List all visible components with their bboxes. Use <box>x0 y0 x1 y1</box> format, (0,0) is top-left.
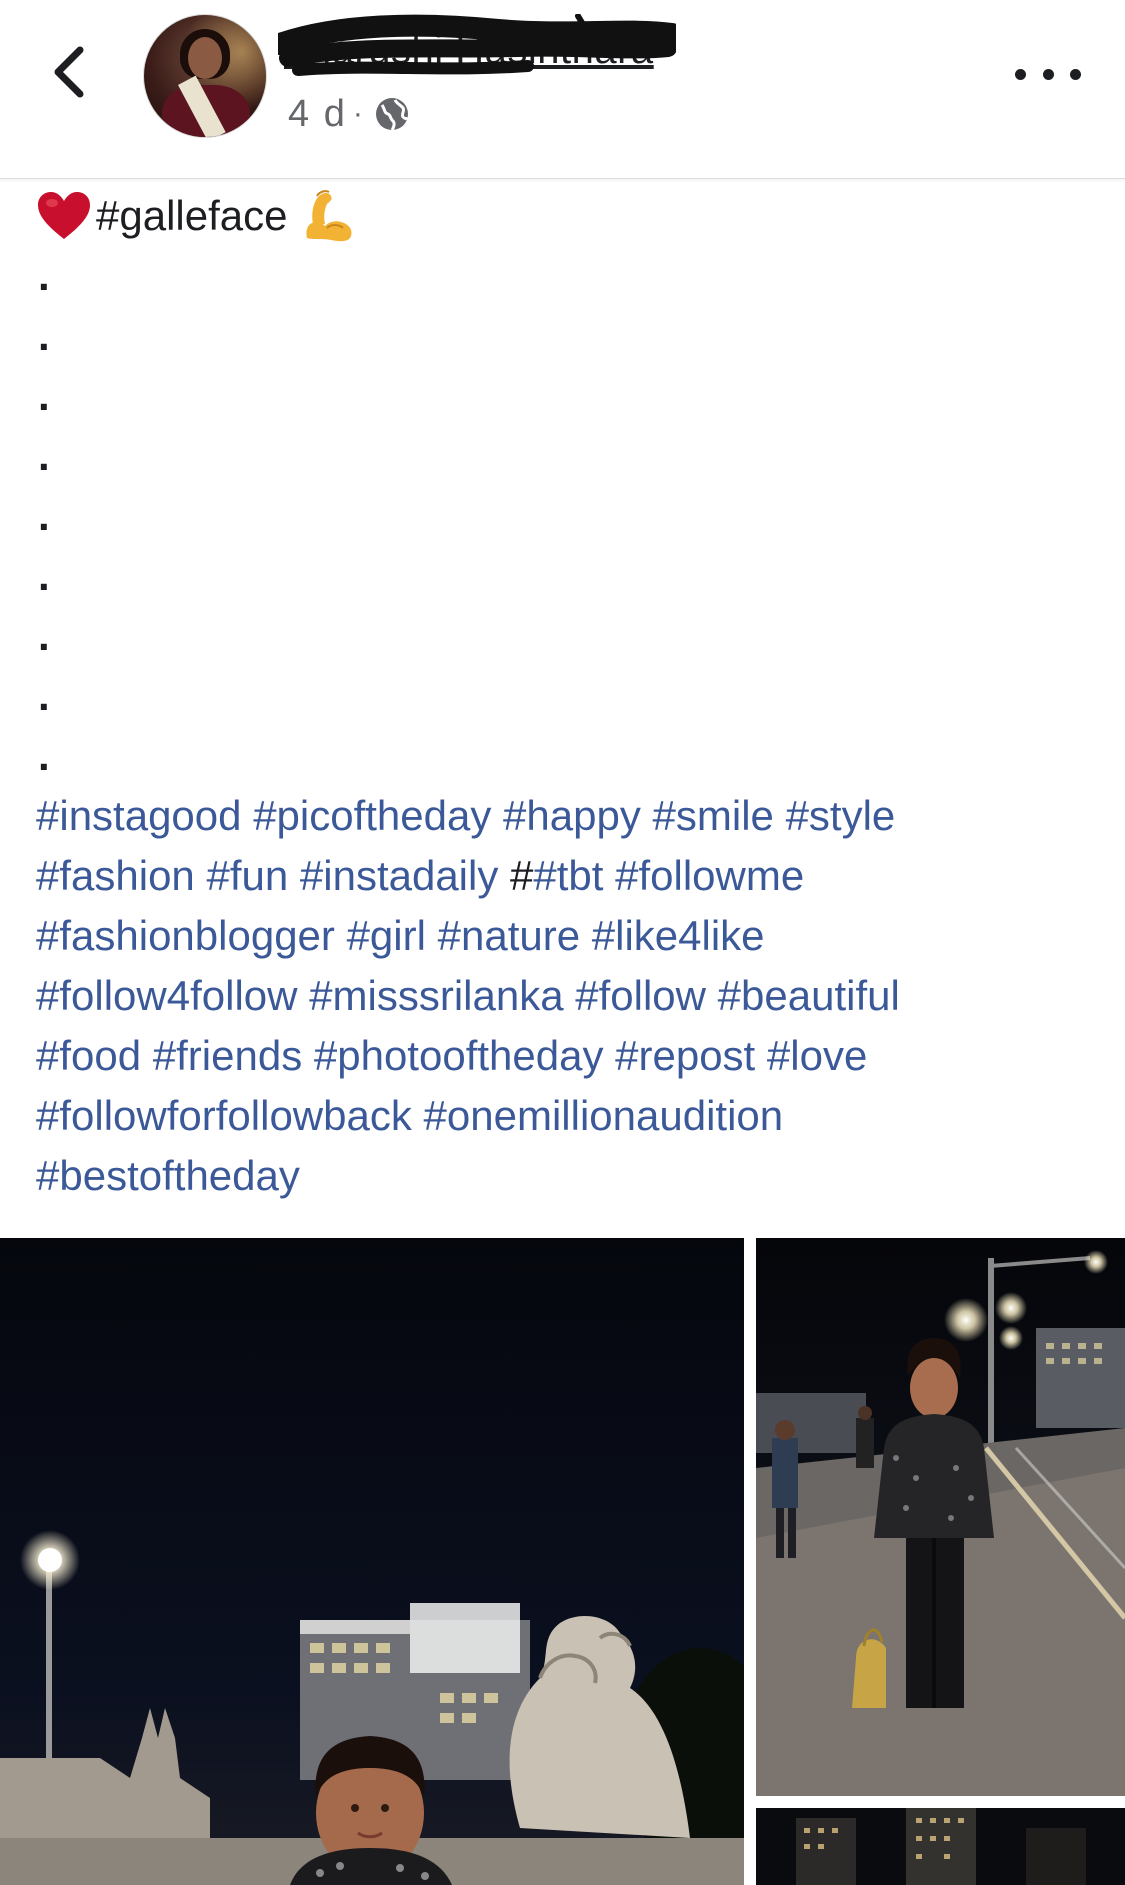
post-text: #galleface . . . . . . . . . #instagood … <box>36 186 1096 1206</box>
hashtag[interactable]: #misssrilanka <box>309 972 563 1019</box>
hashtag[interactable]: #instadaily <box>300 852 498 899</box>
meta-separator: · <box>352 97 365 130</box>
hashtag[interactable]: #food <box>36 1032 141 1079</box>
post-first-line: #galleface <box>36 186 1096 246</box>
hashtag[interactable]: #repost <box>615 1032 755 1079</box>
facebook-post-page: Tharushi Hasinthara 4 d · #galleface . .… <box>0 0 1125 1885</box>
hashtag[interactable]: #followforfollowback <box>36 1092 412 1139</box>
hashtag[interactable]: #photooftheday <box>314 1032 604 1079</box>
hashtag[interactable]: #followme <box>615 852 804 899</box>
chevron-left-icon <box>54 46 84 98</box>
author-avatar[interactable] <box>143 14 267 138</box>
hashtag-block: #instagood #picoftheday #happy #smile #s… <box>36 786 1096 1206</box>
dot-line: . <box>38 672 50 719</box>
hashtag[interactable]: #nature <box>438 912 580 959</box>
dot-line: . <box>38 252 50 299</box>
redaction-scribble <box>278 14 676 76</box>
hashtag[interactable]: #fashion <box>36 852 195 899</box>
hashtag[interactable]: #follow <box>575 972 706 1019</box>
dot-line: . <box>38 552 50 599</box>
dot-line: . <box>38 612 50 659</box>
hashtag[interactable]: #friends <box>153 1032 302 1079</box>
dot-line: . <box>38 312 50 359</box>
hashtag[interactable]: #like4like <box>592 912 765 959</box>
hashtag[interactable]: #instagood <box>36 792 242 839</box>
hashtag[interactable]: #fashionblogger <box>36 912 335 959</box>
hashtag[interactable]: #smile <box>653 792 774 839</box>
hashtag[interactable]: #onemillionaudition <box>424 1092 784 1139</box>
photo-city-buildings-night[interactable] <box>756 1808 1125 1885</box>
hashtag[interactable]: #love <box>767 1032 867 1079</box>
more-options-button[interactable] <box>1015 54 1081 94</box>
dot-line: . <box>38 372 50 419</box>
hashtag[interactable]: #beautiful <box>718 972 900 1019</box>
more-dots-icon <box>1015 68 1026 80</box>
hash-text: # <box>510 852 534 899</box>
post-timestamp[interactable]: 4 d <box>288 93 347 136</box>
back-button[interactable] <box>42 42 102 102</box>
globe-icon[interactable] <box>373 95 411 133</box>
post-header: Tharushi Hasinthara 4 d · <box>0 0 1125 179</box>
dots-list: . . . . . . . . . <box>36 246 1096 786</box>
hashtag[interactable]: #fun <box>206 852 288 899</box>
photo-promenade-night-street[interactable] <box>756 1238 1125 1796</box>
photo-grid <box>0 1238 1125 1885</box>
hashtag[interactable]: #bestoftheday <box>36 1152 300 1199</box>
hashtag[interactable]: #girl <box>347 912 426 959</box>
dot-line: . <box>38 432 50 479</box>
dot-line: . <box>38 732 50 779</box>
hashtag-galleface[interactable]: #galleface <box>96 186 287 246</box>
flexed-biceps-icon <box>306 190 352 242</box>
hashtag[interactable]: #style <box>786 792 896 839</box>
hashtag[interactable]: #tbt <box>533 852 603 899</box>
red-heart-icon <box>38 192 90 239</box>
hashtag[interactable]: #picoftheday <box>253 792 491 839</box>
post-meta: 4 d · <box>288 92 411 136</box>
hashtag[interactable]: #follow4follow <box>36 972 297 1019</box>
dot-line: . <box>38 492 50 539</box>
photo-galle-face-lion-statue[interactable] <box>0 1238 744 1885</box>
hashtag[interactable]: #happy <box>503 792 641 839</box>
